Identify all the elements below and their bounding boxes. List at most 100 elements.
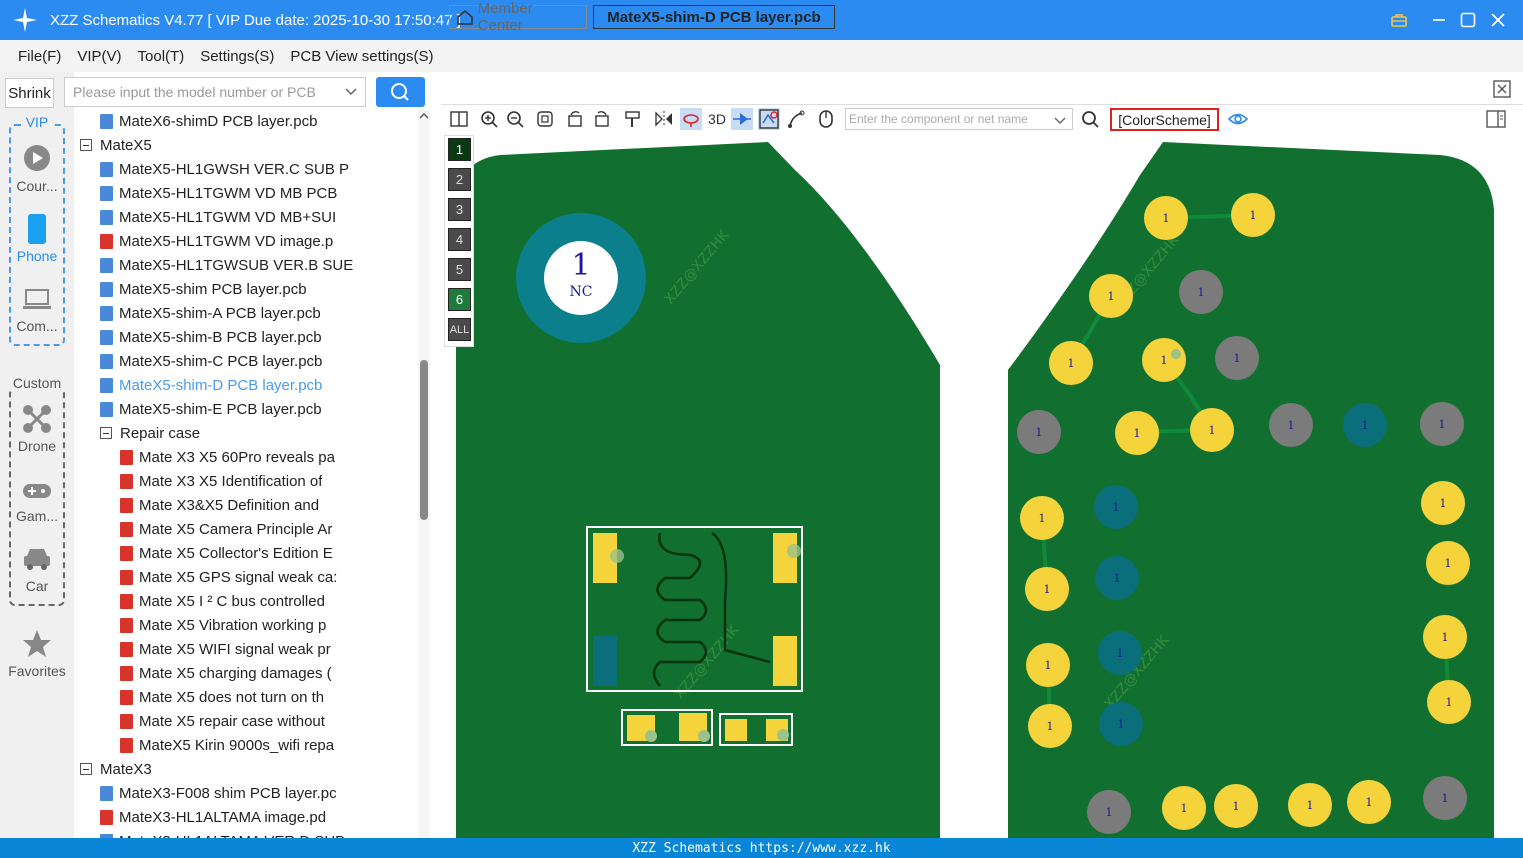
layer-button-all[interactable]: ALL bbox=[448, 318, 471, 341]
tree-file[interactable]: MateX5-HL1TGWM VD MB+SUI bbox=[100, 205, 336, 229]
vip-badge-icon[interactable] bbox=[1384, 0, 1414, 40]
tree-file[interactable]: MateX3-HL1ALTAMA VER.D SUB bbox=[100, 829, 345, 838]
layer-selector: 1 2 3 4 5 6 ALL bbox=[444, 135, 474, 347]
tree-file[interactable]: MateX3-HL1ALTAMA image.pd bbox=[100, 805, 326, 829]
close-icon[interactable] bbox=[1483, 0, 1513, 40]
net-overlay-icon[interactable] bbox=[758, 108, 780, 130]
layer-button-4[interactable]: 4 bbox=[448, 228, 471, 251]
format-painter-icon[interactable] bbox=[622, 108, 644, 130]
tree-file[interactable]: MateX5-shim-D PCB layer.pcb bbox=[100, 373, 322, 397]
rotate-left-icon[interactable] bbox=[564, 108, 586, 130]
pad[interactable] bbox=[725, 719, 747, 741]
tree-file[interactable]: Mate X3&X5 Definition and bbox=[120, 493, 319, 517]
layer-button-5[interactable]: 5 bbox=[448, 258, 471, 281]
tree-folder[interactable]: Repair case bbox=[100, 421, 200, 445]
mirror-icon[interactable] bbox=[653, 108, 675, 130]
tree-scrollbar[interactable] bbox=[418, 110, 430, 838]
tree-file[interactable]: Mate X3 X5 Identification of bbox=[120, 469, 322, 493]
file-tree: MateX6-shimD PCB layer.pcb MateX5 MateX5-H… bbox=[75, 108, 432, 838]
home-icon bbox=[457, 9, 473, 25]
tree-item-label: MateX5-shim-E PCB layer.pcb bbox=[119, 400, 322, 418]
minimize-icon[interactable] bbox=[1424, 0, 1454, 40]
collapse-icon[interactable] bbox=[100, 427, 112, 439]
layer-button-2[interactable]: 2 bbox=[448, 168, 471, 191]
tree-folder[interactable]: MateX3 bbox=[80, 757, 152, 781]
pad[interactable] bbox=[773, 533, 797, 583]
side-panel-icon[interactable] bbox=[1485, 108, 1507, 130]
menu-pcb-view-settings[interactable]: PCB View settings(S) bbox=[290, 48, 433, 65]
tree-file[interactable]: Mate X5 repair case without bbox=[120, 709, 325, 733]
tree-file[interactable]: Mate X5 GPS signal weak ca: bbox=[120, 565, 337, 589]
menu-vip[interactable]: VIP(V) bbox=[77, 48, 121, 65]
pad-pin-label: 1 bbox=[1288, 419, 1295, 432]
collapse-icon[interactable] bbox=[80, 763, 92, 775]
pad[interactable] bbox=[593, 636, 617, 686]
nav-games-label: Gam... bbox=[15, 508, 58, 524]
pdf-file-icon bbox=[120, 737, 133, 753]
pcb-canvas[interactable]: 1 NC XZZ@XZZHK XZZ@XZZHK XZZ@XZZHK XZZ@X… bbox=[441, 133, 1523, 838]
tree-scrollbar-thumb[interactable] bbox=[420, 360, 428, 520]
tree-file[interactable]: MateX6-shimD PCB layer.pcb bbox=[100, 109, 317, 133]
pcb-file-icon bbox=[100, 257, 113, 273]
tree-item-label: MateX5-HL1TGWM VD MB PCB bbox=[119, 184, 338, 202]
pcb-file-icon bbox=[100, 209, 113, 225]
pin-direction-icon[interactable] bbox=[731, 108, 753, 130]
scroll-up-icon[interactable] bbox=[418, 110, 430, 122]
highlight-net-icon[interactable] bbox=[680, 108, 702, 130]
tree-file[interactable]: MateX5-HL1GWSH VER.C SUB P bbox=[100, 157, 349, 181]
eye-icon[interactable] bbox=[1227, 108, 1249, 130]
pad-pin-label: 1 bbox=[1161, 354, 1168, 367]
rotate-right-icon[interactable] bbox=[591, 108, 613, 130]
car-icon bbox=[24, 549, 50, 570]
tree-folder[interactable]: MateX5 bbox=[80, 133, 152, 157]
tree-file[interactable]: Mate X5 I ² C bus controlled bbox=[120, 589, 325, 613]
color-scheme-button[interactable]: [ColorScheme] bbox=[1110, 108, 1219, 131]
layer-button-1[interactable]: 1 bbox=[448, 138, 471, 161]
tab-active-pcb[interactable]: MateX5-shim-D PCB layer.pcb bbox=[593, 5, 835, 29]
pdf-file-icon bbox=[120, 449, 133, 465]
component-search-icon[interactable] bbox=[1079, 108, 1101, 130]
tree-file[interactable]: MateX5 Kirin 9000s_wifi repa bbox=[120, 733, 334, 757]
tree-item-label: MateX5-shim-D PCB layer.pcb bbox=[119, 376, 323, 394]
maximize-icon[interactable] bbox=[1453, 0, 1483, 40]
tree-file[interactable]: MateX5-shim-B PCB layer.pcb bbox=[100, 325, 322, 349]
menu-settings[interactable]: Settings(S) bbox=[200, 48, 274, 65]
panel-toggle-icon[interactable] bbox=[448, 108, 470, 130]
fit-view-icon[interactable] bbox=[534, 108, 556, 130]
zoom-out-icon[interactable] bbox=[504, 108, 526, 130]
tree-file[interactable]: MateX3-F008 shim PCB layer.pc bbox=[100, 781, 337, 805]
tree-file[interactable]: MateX5-shim-E PCB layer.pcb bbox=[100, 397, 322, 421]
tree-file[interactable]: Mate X5 Collector's Edition E bbox=[120, 541, 333, 565]
tree-file[interactable]: MateX5-HL1TGWM VD MB PCB bbox=[100, 181, 337, 205]
close-tabs-icon[interactable] bbox=[1493, 80, 1511, 103]
chevron-down-icon[interactable] bbox=[345, 84, 357, 100]
tree-file[interactable]: Mate X5 charging damages ( bbox=[120, 661, 332, 685]
tree-file[interactable]: Mate X5 Vibration working p bbox=[120, 613, 326, 637]
mouse-mode-icon[interactable] bbox=[815, 108, 837, 130]
tree-file[interactable]: Mate X3 X5 60Pro reveals pa bbox=[120, 445, 335, 469]
component-search-input[interactable]: Enter the component or net name bbox=[845, 108, 1073, 130]
menu-tool[interactable]: Tool(T) bbox=[138, 48, 185, 65]
menu-file[interactable]: File(F) bbox=[18, 48, 61, 65]
tree-file[interactable]: Mate X5 Camera Principle Ar bbox=[120, 517, 332, 541]
tree-file[interactable]: MateX5-HL1TGWM VD image.p bbox=[100, 229, 333, 253]
pad[interactable] bbox=[773, 636, 797, 686]
tree-file[interactable]: MateX5-shim-C PCB layer.pcb bbox=[100, 349, 322, 373]
chevron-down-icon[interactable] bbox=[1054, 114, 1066, 126]
tree-file[interactable]: Mate X5 does not turn on th bbox=[120, 685, 324, 709]
trace-icon[interactable] bbox=[785, 108, 807, 130]
tree-file[interactable]: MateX5-HL1TGWSUB VER.B SUE bbox=[100, 253, 353, 277]
tree-file[interactable]: Mate X5 WIFI signal weak pr bbox=[120, 637, 331, 661]
shrink-button[interactable]: Shrink bbox=[5, 78, 54, 108]
zoom-in-icon[interactable] bbox=[478, 108, 500, 130]
pcb-view[interactable]: 1 NC XZZ@XZZHK XZZ@XZZHK XZZ@XZZHK XZZ@X… bbox=[441, 133, 1523, 838]
search-button[interactable] bbox=[376, 77, 425, 107]
tab-member-center[interactable]: Member Center bbox=[449, 0, 587, 34]
view-3d-button[interactable]: 3D bbox=[705, 108, 729, 130]
collapse-icon[interactable] bbox=[80, 139, 92, 151]
layer-button-3[interactable]: 3 bbox=[448, 198, 471, 221]
layer-button-6[interactable]: 6 bbox=[448, 288, 471, 311]
model-search-input[interactable]: Please input the model number or PCB bbox=[64, 77, 366, 107]
tree-file[interactable]: MateX5-shim PCB layer.pcb bbox=[100, 277, 307, 301]
tree-file[interactable]: MateX5-shim-A PCB layer.pcb bbox=[100, 301, 321, 325]
